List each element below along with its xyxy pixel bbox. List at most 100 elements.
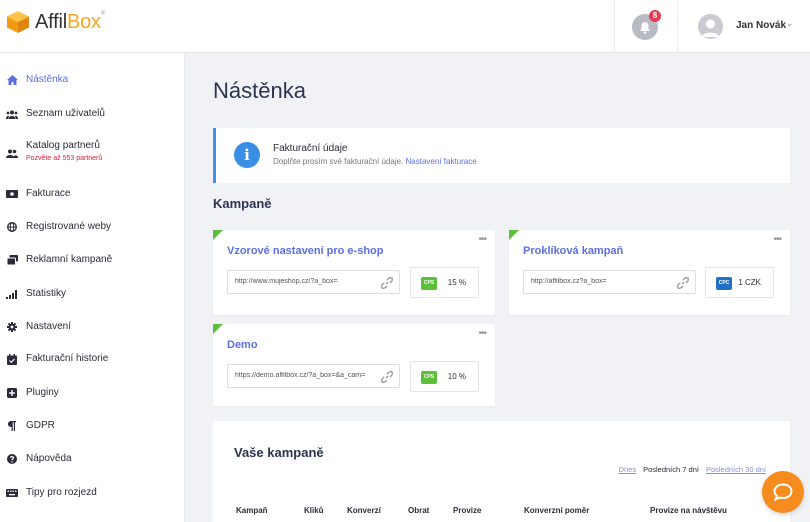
sidebar-item-label: Katalog partnerů (26, 140, 100, 151)
commission-value: 10 % (447, 372, 466, 381)
your-campaigns-panel: Vaše kampaně Dnes Posledních 7 dní Posle… (213, 421, 790, 522)
sidebar-item-label: Nástěnka (26, 74, 69, 85)
column-header[interactable]: Kliků (304, 506, 324, 515)
more-options-icon[interactable]: ••• (478, 329, 486, 339)
more-options-icon[interactable]: ••• (478, 235, 486, 245)
campaigns-section-title: Kampaně (213, 196, 272, 211)
paragraph-icon (6, 420, 18, 432)
divider (614, 0, 615, 53)
sidebar-item-settings[interactable]: Nastavení (0, 320, 185, 333)
page-title: Nástěnka (213, 78, 306, 103)
sidebar-item-gdpr[interactable]: GDPR (0, 419, 185, 432)
column-header[interactable]: Obrat (408, 506, 429, 515)
partner-invite-hint: Pozvěte až 553 partnerů (26, 155, 103, 162)
avatar[interactable] (698, 14, 723, 39)
campaigns-icon (6, 254, 18, 266)
column-header[interactable]: Provize (453, 506, 481, 515)
stats-icon (6, 288, 18, 300)
filter-today[interactable]: Dnes (619, 465, 637, 474)
card-corner-marker (509, 230, 519, 240)
sidebar-item-label: Fakturace (26, 188, 71, 199)
sidebar-item-statistics[interactable]: Statistiky (0, 287, 185, 300)
home-icon (6, 74, 18, 86)
sidebar-item-label: GDPR (26, 420, 55, 431)
invoice-icon (6, 188, 18, 200)
chevron-down-icon[interactable]: ⌄ (786, 18, 794, 29)
campaign-title[interactable]: Vzorové nastavení pro e-shop (227, 245, 383, 257)
user-name[interactable]: Jan Novák (736, 20, 786, 31)
divider (677, 0, 678, 53)
column-header[interactable]: Provize na návštěvu (650, 506, 727, 515)
more-options-icon[interactable]: ••• (773, 235, 781, 245)
card-corner-marker (213, 324, 223, 334)
campaign-title[interactable]: Demo (227, 339, 258, 351)
billing-info-alert: i Fakturační údaje Doplňte prosím své fa… (213, 128, 790, 183)
campaign-title[interactable]: Proklíková kampaň (523, 245, 623, 257)
commission-value: 15 % (447, 278, 466, 287)
commission-type-badge: CPS (421, 371, 437, 384)
sidebar-item-label: Nastavení (26, 321, 72, 332)
chat-button[interactable] (762, 471, 804, 513)
cube-logo-icon (6, 10, 30, 34)
column-header[interactable]: Konverzní poměr (524, 506, 589, 515)
link-icon[interactable] (381, 277, 393, 289)
logo[interactable]: AffilBox® (6, 10, 105, 34)
info-icon: i (234, 142, 260, 168)
commission-type-badge: CPC (716, 277, 732, 290)
sidebar-item-plugins[interactable]: Pluginy (0, 386, 185, 399)
bell-icon (640, 21, 650, 34)
sidebar-item-label: Nápověda (26, 453, 72, 464)
notification-count-badge: 8 (649, 10, 661, 22)
campaign-link-text: http://affilbox.cz?a_box= (531, 278, 607, 285)
sidebar-item-registered-webs[interactable]: Registrované weby (0, 220, 185, 233)
users-icon (6, 108, 18, 120)
campaign-link-text: https://demo.affilbox.cz/?a_box=&a_cam= (235, 372, 366, 379)
sidebar-item-label: Tipy pro rozjezd (26, 487, 97, 498)
panel-title: Vaše kampaně (234, 445, 324, 460)
sidebar-item-help[interactable]: Nápověda (0, 452, 185, 465)
commission-box: CPC 1 CZK (705, 267, 774, 298)
campaign-link-text: http://www.mujeshop.cz/?a_box= (235, 278, 338, 285)
filter-last-7-days[interactable]: Posledních 7 dní (643, 465, 699, 474)
column-header[interactable]: Kampaň (236, 506, 268, 515)
sidebar-item-label: Seznam uživatelů (26, 108, 105, 119)
partners-icon (6, 147, 18, 159)
sidebar: Nástěnka Seznam uživatelů Katalog partne… (0, 53, 185, 522)
brand-name: AffilBox® (35, 10, 106, 33)
campaign-card: ••• Proklíková kampaň http://affilbox.cz… (509, 230, 790, 315)
sidebar-item-nastenka[interactable]: Nástěnka (0, 73, 185, 86)
sidebar-item-label: Reklamní kampaně (26, 254, 113, 265)
chat-bubble-icon (773, 483, 793, 501)
card-corner-marker (213, 230, 223, 240)
sidebar-item-billing-history[interactable]: Fakturační historie (0, 352, 185, 365)
link-icon[interactable] (381, 371, 393, 383)
sidebar-item-partner-catalog[interactable]: Katalog partnerů Pozvěte až 553 partnerů (0, 139, 185, 164)
link-icon[interactable] (677, 277, 689, 289)
top-bar: AffilBox® 8 Jan Novák ⌄ (0, 0, 810, 53)
gear-icon (6, 321, 18, 333)
help-icon (6, 453, 18, 465)
globe-icon (6, 221, 18, 233)
calendar-icon (6, 353, 18, 365)
sidebar-item-label: Registrované weby (26, 221, 112, 232)
sidebar-item-users[interactable]: Seznam uživatelů (0, 107, 185, 120)
plus-square-icon (6, 387, 18, 399)
campaign-link-field[interactable]: https://demo.affilbox.cz/?a_box=&a_cam= (227, 364, 400, 388)
column-header[interactable]: Konverzí (347, 506, 381, 515)
period-filters: Dnes Posledních 7 dní Posledních 30 dní (619, 465, 766, 474)
sidebar-item-invoicing[interactable]: Fakturace (0, 187, 185, 200)
alert-description: Doplňte prosím své fakturační údaje. Nas… (273, 157, 477, 166)
commission-box: CPS 15 % (410, 267, 479, 298)
campaign-link-field[interactable]: http://www.mujeshop.cz/?a_box= (227, 270, 400, 294)
sidebar-item-ad-campaigns[interactable]: Reklamní kampaně (0, 253, 185, 266)
commission-type-badge: CPS (421, 277, 437, 290)
commission-value: 1 CZK (738, 278, 761, 287)
campaign-card: ••• Vzorové nastavení pro e-shop http://… (213, 230, 495, 315)
billing-settings-link[interactable]: Nastavení fakturace (406, 157, 477, 166)
alert-title: Fakturační údaje (273, 143, 348, 154)
sidebar-item-getting-started-tips[interactable]: Tipy pro rozjezd (0, 486, 185, 499)
sidebar-item-label: Fakturační historie (26, 353, 109, 364)
campaign-link-field[interactable]: http://affilbox.cz?a_box= (523, 270, 696, 294)
user-avatar-icon (702, 19, 719, 37)
filter-last-30-days[interactable]: Posledních 30 dní (706, 465, 766, 474)
